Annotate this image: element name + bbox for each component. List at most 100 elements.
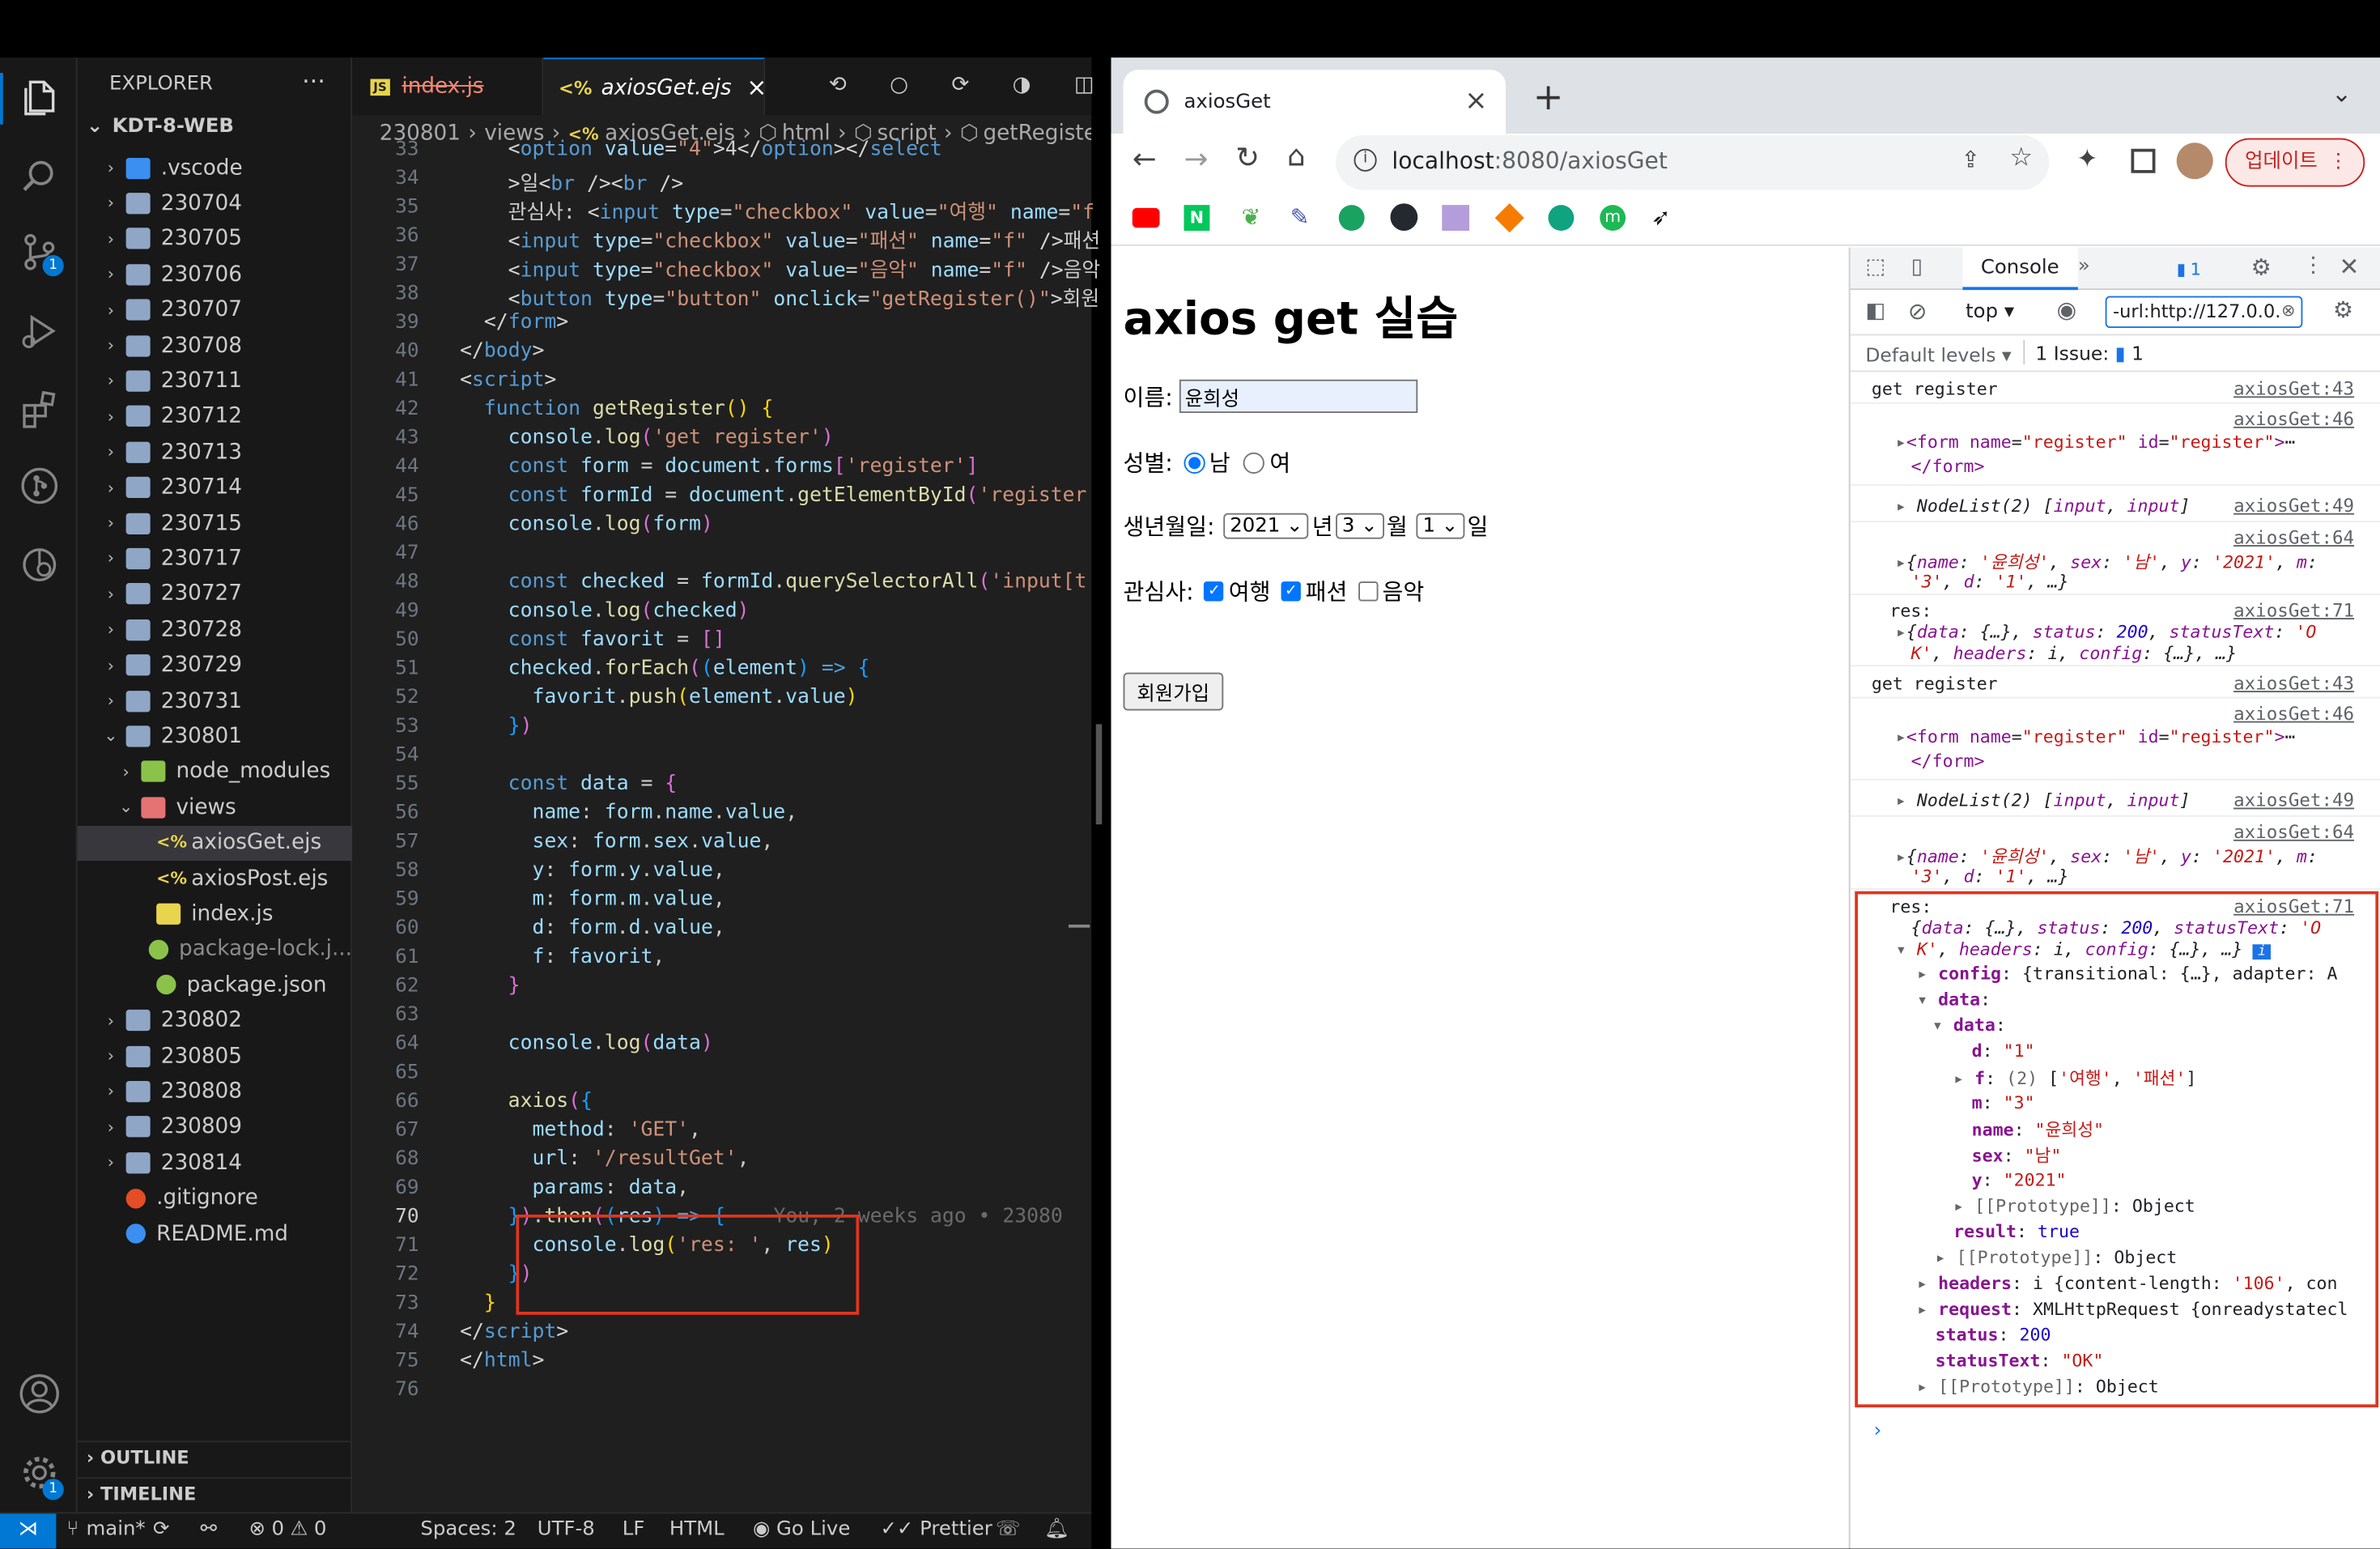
source-link[interactable]: axiosGet:49	[2233, 789, 2354, 811]
gender-female-radio[interactable]	[1244, 452, 1265, 473]
year-select[interactable]: 2021 ⌄	[1224, 513, 1309, 539]
git-graph-status-icon[interactable]: ⚯	[201, 1518, 217, 1541]
leaf-icon[interactable]: ❦	[1242, 203, 1261, 231]
m-bookmark-icon[interactable]: m	[1600, 205, 1626, 231]
remote-explorer-icon[interactable]	[19, 543, 62, 586]
chatgpt-icon[interactable]	[1549, 205, 1575, 231]
bookmark-icon[interactable]	[1339, 205, 1365, 231]
issues-button[interactable]: 1 Issue:▮1	[2035, 342, 2144, 364]
source-link[interactable]: axiosGet:71	[2233, 600, 2354, 621]
eol-status[interactable]: LF	[623, 1518, 645, 1541]
browser-tab[interactable]: axiosGet ×	[1124, 70, 1507, 134]
live-expression-eye-icon[interactable]: ◉	[2057, 296, 2077, 324]
sidebar-toggle-icon[interactable]: ◧	[1865, 299, 1885, 323]
tree-folder[interactable]: ›230802	[78, 1003, 352, 1038]
more-tabs-icon[interactable]: »	[2078, 255, 2090, 278]
tree-folder[interactable]: ⌄230801	[78, 719, 352, 754]
clear-console-icon[interactable]: ⊘	[1908, 298, 1927, 326]
share-icon[interactable]: ⇪	[1961, 146, 1981, 173]
tree-folder[interactable]: ›230704	[78, 185, 352, 220]
month-select[interactable]: 3 ⌄	[1336, 513, 1383, 539]
tree-folder[interactable]: ›.vscode	[78, 151, 352, 185]
crumb-symbol[interactable]: getRegiste	[983, 121, 1091, 146]
tree-folder[interactable]: ›230706	[78, 257, 352, 292]
site-info-icon[interactable]: i	[1354, 149, 1377, 172]
update-button[interactable]: 업데이트⋮	[2225, 138, 2365, 187]
inspect-element-icon[interactable]: ⬚	[1865, 255, 1885, 279]
source-link[interactable]: axiosGet:46	[2233, 703, 2354, 724]
search-icon[interactable]	[19, 155, 62, 198]
files-icon[interactable]	[19, 76, 62, 119]
source-link[interactable]: axiosGet:43	[2233, 378, 2354, 399]
levels-dropdown[interactable]: Default levels ▾	[1865, 343, 2011, 366]
timeline-section[interactable]: › TIMELINE	[87, 1483, 196, 1504]
forward-icon[interactable]: →	[1184, 143, 1209, 176]
tree-file[interactable]: <%axiosPost.ejs	[78, 861, 352, 896]
youtube-icon[interactable]	[1133, 208, 1160, 228]
devtools-settings-icon[interactable]: ⚙	[2251, 253, 2272, 281]
run-debug-icon[interactable]	[19, 310, 62, 353]
register-button[interactable]: 회원가입	[1124, 673, 1223, 711]
tab-index-js[interactable]: JS index.js	[352, 57, 543, 115]
tree-folder[interactable]: ›node_modules	[78, 754, 352, 789]
source-link[interactable]: axiosGet:64	[2233, 821, 2354, 842]
clear-filter-icon[interactable]: ⊗	[2281, 300, 2295, 320]
tree-folder[interactable]: ›230729	[78, 648, 352, 683]
new-tab-button[interactable]: +	[1533, 76, 1564, 119]
feedback-icon[interactable]: ☏	[996, 1518, 1020, 1541]
console-settings-icon[interactable]: ⚙	[2333, 296, 2353, 324]
image-bookmark-icon[interactable]	[1442, 205, 1469, 231]
name-input[interactable]	[1179, 380, 1417, 413]
tab-axiosget-ejs[interactable]: <% axiosGet.ejs ×	[543, 57, 765, 115]
bookmark-star-icon[interactable]: ☆	[2010, 143, 2034, 173]
source-link[interactable]: axiosGet:49	[2233, 495, 2354, 516]
tree-file[interactable]: <%axiosGet.ejs	[78, 825, 352, 860]
address-bar[interactable]: i localhost:8080/axiosGet ⇪ ☆	[1336, 135, 2049, 190]
tree-folder[interactable]: ›230731	[78, 683, 352, 718]
gender-male-radio[interactable]	[1184, 452, 1205, 473]
extensions-puzzle-icon[interactable]: ✦	[2076, 144, 2098, 175]
tree-folder[interactable]: ›230805	[78, 1039, 352, 1074]
notifications-bell-icon[interactable]: 🔔︎	[1044, 1518, 1069, 1541]
tab-close-icon[interactable]: ×	[1464, 85, 1487, 117]
language-status[interactable]: HTML	[669, 1518, 725, 1541]
tree-file[interactable]: index.js	[78, 896, 352, 931]
account-icon[interactable]	[19, 1372, 62, 1415]
console-prompt[interactable]: ›	[1872, 1419, 1884, 1442]
issues-badge[interactable]: ▮1	[2172, 255, 2221, 283]
go-live-button[interactable]: ◉ Go Live	[753, 1518, 850, 1541]
interest-travel-checkbox[interactable]: ✓	[1205, 581, 1224, 601]
more-actions-icon[interactable]: ···	[302, 67, 325, 96]
source-link[interactable]: axiosGet:43	[2233, 673, 2354, 694]
outline-section[interactable]: › OUTLINE	[87, 1447, 189, 1468]
tree-folder[interactable]: ›230707	[78, 292, 352, 327]
day-select[interactable]: 1 ⌄	[1417, 513, 1464, 539]
console-filter-input[interactable]: -url:http://127.0.0.	[2106, 296, 2303, 328]
tree-file[interactable]: README.md	[78, 1216, 352, 1251]
github-icon[interactable]	[1391, 203, 1418, 231]
bird-icon[interactable]: ➶	[1651, 203, 1671, 231]
close-icon[interactable]: ×	[746, 73, 767, 102]
tab-search-icon[interactable]: ⌄	[2331, 79, 2352, 109]
source-link[interactable]: axiosGet:46	[2233, 408, 2354, 429]
side-panel-icon[interactable]	[2131, 149, 2156, 173]
reload-icon[interactable]: ↻	[1235, 141, 1260, 174]
box-icon[interactable]	[1495, 203, 1524, 232]
git-graph-icon[interactable]	[19, 465, 62, 508]
problems-indicator[interactable]: ⊗0⚠0	[249, 1518, 327, 1541]
tree-folder[interactable]: ›230705	[78, 221, 352, 256]
tree-folder[interactable]: ›230808	[78, 1074, 352, 1109]
tree-folder[interactable]: ›230708	[78, 328, 352, 363]
tree-file[interactable]: .gitignore	[78, 1181, 352, 1215]
devtools-close-icon[interactable]: ✕	[2339, 252, 2359, 281]
tree-folder[interactable]: ⌄views	[78, 789, 352, 824]
tree-file[interactable]: package.json	[78, 968, 352, 1002]
source-link[interactable]: axiosGet:64	[2233, 527, 2354, 548]
interest-fashion-checkbox[interactable]: ✓	[1281, 581, 1301, 601]
interest-music-checkbox[interactable]	[1358, 581, 1378, 601]
tree-folder[interactable]: ›230727	[78, 577, 352, 611]
indentation-status[interactable]: Spaces: 2	[420, 1518, 516, 1541]
tree-folder[interactable]: ›230713	[78, 435, 352, 470]
prettier-button[interactable]: ✓✓ Prettier	[881, 1518, 992, 1541]
tree-folder[interactable]: ›230715	[78, 505, 352, 540]
